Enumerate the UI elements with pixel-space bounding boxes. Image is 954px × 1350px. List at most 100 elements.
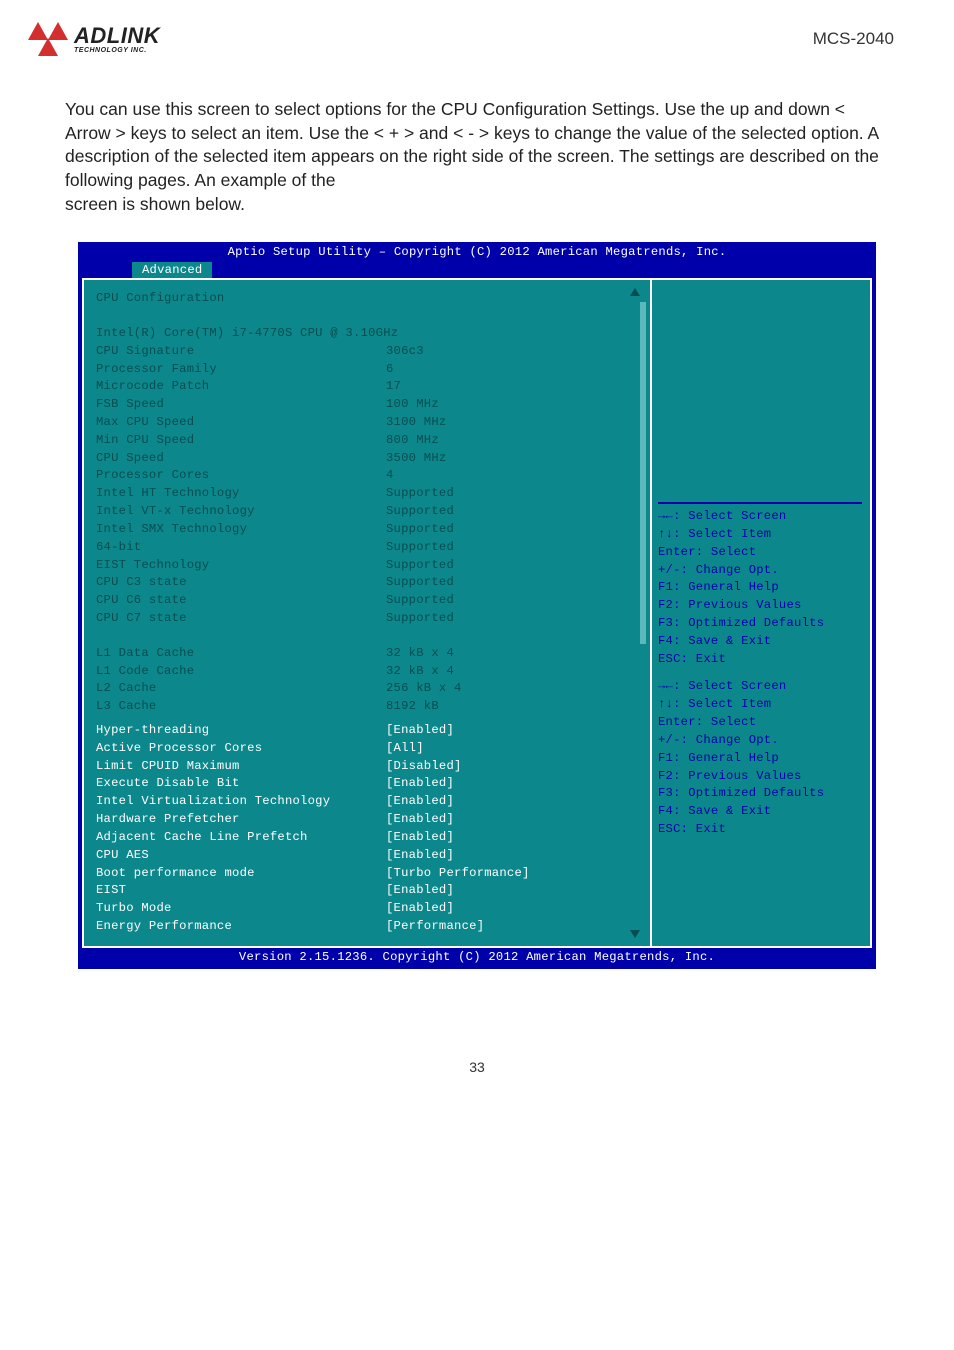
bios-footer: Version 2.15.1236. Copyright (C) 2012 Am…: [80, 948, 874, 969]
row-label: CPU C3 state: [96, 574, 386, 592]
help-hint: F1: General Help: [658, 579, 862, 597]
row-value: 32 kB x 4: [386, 645, 638, 663]
bios-row[interactable]: Intel Virtualization Technology[Enabled]: [96, 793, 638, 811]
bios-row: Processor Cores4: [96, 467, 638, 485]
bios-row: CPU Signature306c3: [96, 343, 638, 361]
row-label: Active Processor Cores: [96, 740, 386, 758]
help-hint: F2: Previous Values: [658, 768, 862, 786]
bios-row[interactable]: Execute Disable Bit[Enabled]: [96, 775, 638, 793]
bios-row: Microcode Patch17: [96, 378, 638, 396]
row-value: [All]: [386, 740, 638, 758]
row-value: [Enabled]: [386, 882, 638, 900]
row-label: Intel Virtualization Technology: [96, 793, 386, 811]
bios-row: Min CPU Speed800 MHz: [96, 432, 638, 450]
row-value: 4: [386, 467, 638, 485]
row-value: [Enabled]: [386, 811, 638, 829]
row-label: Intel HT Technology: [96, 485, 386, 503]
row-value: Supported: [386, 503, 638, 521]
logo: ADLINK TECHNOLOGY INC.: [28, 18, 160, 60]
help-hint: ESC: Exit: [658, 821, 862, 839]
bios-row: Intel VT-x TechnologySupported: [96, 503, 638, 521]
row-label: CPU Signature: [96, 343, 386, 361]
help-hint: F4: Save & Exit: [658, 803, 862, 821]
bios-row: Processor Family6: [96, 361, 638, 379]
row-label: Intel VT-x Technology: [96, 503, 386, 521]
bios-title: Aptio Setup Utility – Copyright (C) 2012…: [80, 244, 874, 259]
row-value: Supported: [386, 557, 638, 575]
row-label: Intel SMX Technology: [96, 521, 386, 539]
bios-row[interactable]: Boot performance mode[Turbo Performance]: [96, 865, 638, 883]
scroll-down-icon[interactable]: [630, 930, 640, 938]
row-value: [Turbo Performance]: [386, 865, 638, 883]
row-label: Hardware Prefetcher: [96, 811, 386, 829]
help-hint: ↑↓: Select Item: [658, 526, 862, 544]
row-value: [Enabled]: [386, 722, 638, 740]
bios-row[interactable]: Energy Performance[Performance]: [96, 918, 638, 936]
bios-row[interactable]: EIST[Enabled]: [96, 882, 638, 900]
row-label: Turbo Mode: [96, 900, 386, 918]
document-label: MCS-2040: [813, 29, 894, 49]
bios-row: CPU C3 stateSupported: [96, 574, 638, 592]
row-value: [Performance]: [386, 918, 638, 936]
row-value: Supported: [386, 539, 638, 557]
row-label: Boot performance mode: [96, 865, 386, 883]
bios-help-panel: →←: Select Screen↑↓: Select ItemEnter: S…: [650, 278, 872, 948]
intro-paragraph: You can use this screen to select option…: [65, 98, 889, 216]
bios-tab-advanced[interactable]: Advanced: [132, 262, 212, 278]
row-value: 6: [386, 361, 638, 379]
help-hint: +/-: Change Opt.: [658, 732, 862, 750]
logo-mark-icon: [28, 18, 70, 60]
bios-main-panel: CPU Configuration Intel(R) Core(TM) i7-4…: [82, 278, 650, 948]
bios-row: Max CPU Speed3100 MHz: [96, 414, 638, 432]
row-label: Microcode Patch: [96, 378, 386, 396]
bios-row[interactable]: Turbo Mode[Enabled]: [96, 900, 638, 918]
bios-row[interactable]: Hardware Prefetcher[Enabled]: [96, 811, 638, 829]
bios-row: L1 Data Cache32 kB x 4: [96, 645, 638, 663]
row-value: 17: [386, 378, 638, 396]
bios-row[interactable]: Adjacent Cache Line Prefetch[Enabled]: [96, 829, 638, 847]
row-label: L1 Data Cache: [96, 645, 386, 663]
row-value: 3100 MHz: [386, 414, 638, 432]
brand-name: ADLINK: [74, 25, 160, 47]
help-hint: Enter: Select: [658, 544, 862, 562]
scroll-up-icon[interactable]: [630, 288, 640, 296]
bios-row: EIST TechnologySupported: [96, 557, 638, 575]
row-label: Processor Cores: [96, 467, 386, 485]
row-label: Adjacent Cache Line Prefetch: [96, 829, 386, 847]
row-label: FSB Speed: [96, 396, 386, 414]
help-hint: ↑↓: Select Item: [658, 696, 862, 714]
help-hint: F4: Save & Exit: [658, 633, 862, 651]
help-hint: F1: General Help: [658, 750, 862, 768]
row-value: [Enabled]: [386, 793, 638, 811]
row-value: [Disabled]: [386, 758, 638, 776]
help-hint: F3: Optimized Defaults: [658, 615, 862, 633]
bios-row[interactable]: CPU AES[Enabled]: [96, 847, 638, 865]
bios-row[interactable]: Limit CPUID Maximum[Disabled]: [96, 758, 638, 776]
bios-row: Intel SMX TechnologySupported: [96, 521, 638, 539]
bios-row: L1 Code Cache32 kB x 4: [96, 663, 638, 681]
bios-row[interactable]: Active Processor Cores[All]: [96, 740, 638, 758]
bios-row: 64-bitSupported: [96, 539, 638, 557]
row-label: Processor Family: [96, 361, 386, 379]
help-hint: ESC: Exit: [658, 651, 862, 669]
row-label: Max CPU Speed: [96, 414, 386, 432]
row-label: CPU AES: [96, 847, 386, 865]
row-value: [Enabled]: [386, 900, 638, 918]
bios-row: CPU C6 stateSupported: [96, 592, 638, 610]
row-value: 8192 kB: [386, 698, 638, 716]
bios-row[interactable]: Hyper-threading[Enabled]: [96, 722, 638, 740]
page-header: ADLINK TECHNOLOGY INC. MCS-2040: [0, 0, 954, 68]
row-value: Supported: [386, 610, 638, 628]
bios-row: CPU Speed3500 MHz: [96, 450, 638, 468]
row-label: L1 Code Cache: [96, 663, 386, 681]
bios-row: CPU C7 stateSupported: [96, 610, 638, 628]
bios-row: FSB Speed100 MHz: [96, 396, 638, 414]
row-value: Supported: [386, 485, 638, 503]
row-label: EIST: [96, 882, 386, 900]
help-hint: →←: Select Screen: [658, 678, 862, 696]
bios-screenshot: Aptio Setup Utility – Copyright (C) 2012…: [78, 242, 876, 969]
row-label: 64-bit: [96, 539, 386, 557]
cpu-name: Intel(R) Core(TM) i7-4770S CPU @ 3.10GHz: [96, 325, 398, 343]
scrollbar[interactable]: [640, 302, 646, 924]
row-label: Min CPU Speed: [96, 432, 386, 450]
